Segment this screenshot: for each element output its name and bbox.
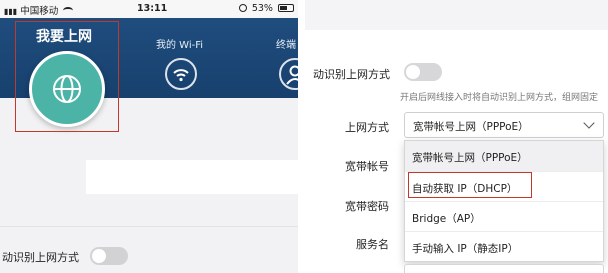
- highlight-box: [408, 172, 532, 198]
- signal-icon: ▮▮▮: [4, 7, 18, 16]
- password-label: 宽带密码: [345, 200, 389, 213]
- alarm-icon: [238, 4, 247, 12]
- dropdown-option-bridge[interactable]: Bridge（AP）: [405, 202, 603, 232]
- conn-type-select[interactable]: 宽带帐号上网（PPPoE）: [404, 112, 604, 138]
- dropdown-option-static[interactable]: 手动输入 IP（静态IP）: [405, 232, 603, 262]
- account-label: 宽带帐号: [345, 160, 389, 173]
- auto-detect-label: 动识别上网方式: [313, 68, 390, 81]
- conn-type-dropdown: 宽带帐号上网（PPPoE） 自动获取 IP（DHCP） Bridge（AP） 手…: [404, 140, 604, 262]
- service-name-label: 服务名: [356, 238, 389, 251]
- status-carrier: ▮▮▮ 中国移动: [4, 3, 74, 17]
- dropdown-option-pppoe[interactable]: 宽带帐号上网（PPPoE）: [405, 141, 603, 171]
- divider: [0, 226, 298, 227]
- wifi-status-icon: [63, 7, 74, 14]
- auto-detect-toggle[interactable]: [404, 63, 442, 81]
- conn-type-label: 上网方式: [345, 121, 389, 134]
- tab-my-wifi[interactable]: 我的 Wi-Fi: [156, 36, 203, 51]
- chevron-down-icon: [583, 117, 595, 129]
- auto-detect-help: 开启后网线接入时将自动识别上网方式，组网固定: [400, 93, 599, 103]
- user-icon: [286, 65, 298, 85]
- wifi-icon: [173, 69, 189, 82]
- status-bar: ▮▮▮ 中国移动 13:11 53%: [0, 0, 298, 18]
- battery-icon: [278, 4, 294, 12]
- battery-percent: 53%: [251, 3, 273, 14]
- wifi-tab-button[interactable]: [165, 58, 197, 90]
- tab-terminal[interactable]: 终端: [276, 36, 296, 51]
- auto-detect-label: 动识别上网方式: [2, 251, 79, 264]
- screenshot-gutter: [298, 0, 305, 273]
- right-settings-screen: 动识别上网方式 开启后网线接入时将自动识别上网方式，组网固定 上网方式 宽带帐号…: [305, 0, 608, 273]
- status-right: 53%: [238, 3, 294, 14]
- conn-type-value: 宽带帐号上网（PPPoE）: [413, 121, 529, 133]
- top-band: [305, 0, 608, 30]
- auto-detect-toggle[interactable]: [90, 247, 128, 265]
- highlight-box: [15, 21, 119, 132]
- status-time: 13:11: [137, 3, 168, 14]
- input-field[interactable]: [86, 160, 298, 194]
- terminal-tab-button[interactable]: [279, 58, 298, 90]
- service-name-input[interactable]: [404, 264, 604, 273]
- left-phone-screen: ▮▮▮ 中国移动 13:11 53% 我要上网 我的 Wi-Fi 终端 动识别上…: [0, 0, 298, 273]
